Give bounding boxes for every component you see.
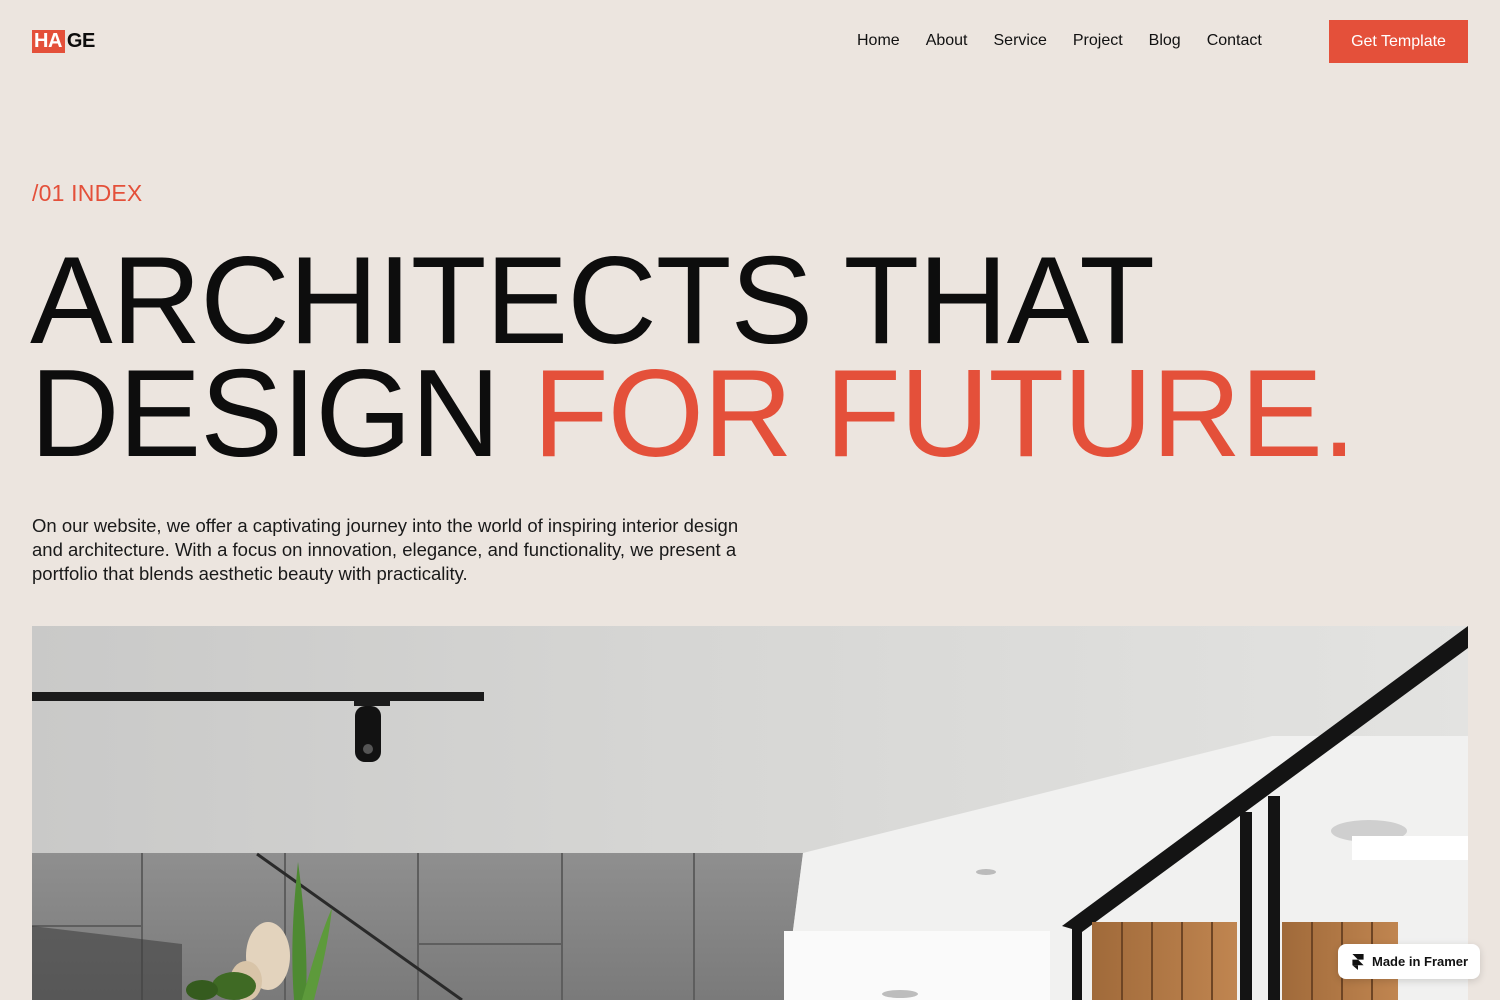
headline-line-1: ARCHITECTS THAT bbox=[30, 232, 1155, 370]
framer-icon bbox=[1352, 953, 1364, 970]
nav-project[interactable]: Project bbox=[1073, 31, 1123, 51]
page: HA GE Home About Service Project Blog Co… bbox=[0, 0, 1500, 1000]
badge-label: Made in Framer bbox=[1372, 954, 1469, 969]
nav-blog[interactable]: Blog bbox=[1149, 31, 1181, 51]
nav-about[interactable]: About bbox=[926, 31, 968, 51]
interior-photo bbox=[32, 626, 1468, 1000]
made-in-framer-badge[interactable]: Made in Framer bbox=[1338, 944, 1480, 979]
headline-line-2: DESIGN FOR FUTURE. bbox=[30, 352, 1356, 476]
logo[interactable]: HA GE bbox=[32, 30, 95, 53]
hero-headline: ARCHITECTS THAT DESIGN FOR FUTURE. bbox=[30, 232, 1356, 476]
main-nav: Home About Service Project Blog Contact bbox=[857, 31, 1262, 51]
headline-line-2-accent: FOR FUTURE. bbox=[532, 345, 1356, 483]
nav-contact[interactable]: Contact bbox=[1207, 31, 1262, 51]
logo-mark: HA bbox=[32, 30, 65, 53]
nav-service[interactable]: Service bbox=[994, 31, 1047, 51]
nav-home[interactable]: Home bbox=[857, 31, 900, 51]
section-index: /01 INDEX bbox=[32, 180, 143, 206]
hero-intro: On our website, we offer a captivating j… bbox=[32, 515, 739, 584]
hero-image bbox=[32, 626, 1468, 1000]
get-template-button[interactable]: Get Template bbox=[1329, 20, 1468, 63]
logo-text: GE bbox=[66, 30, 95, 52]
headline-line-2-plain: DESIGN bbox=[30, 345, 533, 483]
